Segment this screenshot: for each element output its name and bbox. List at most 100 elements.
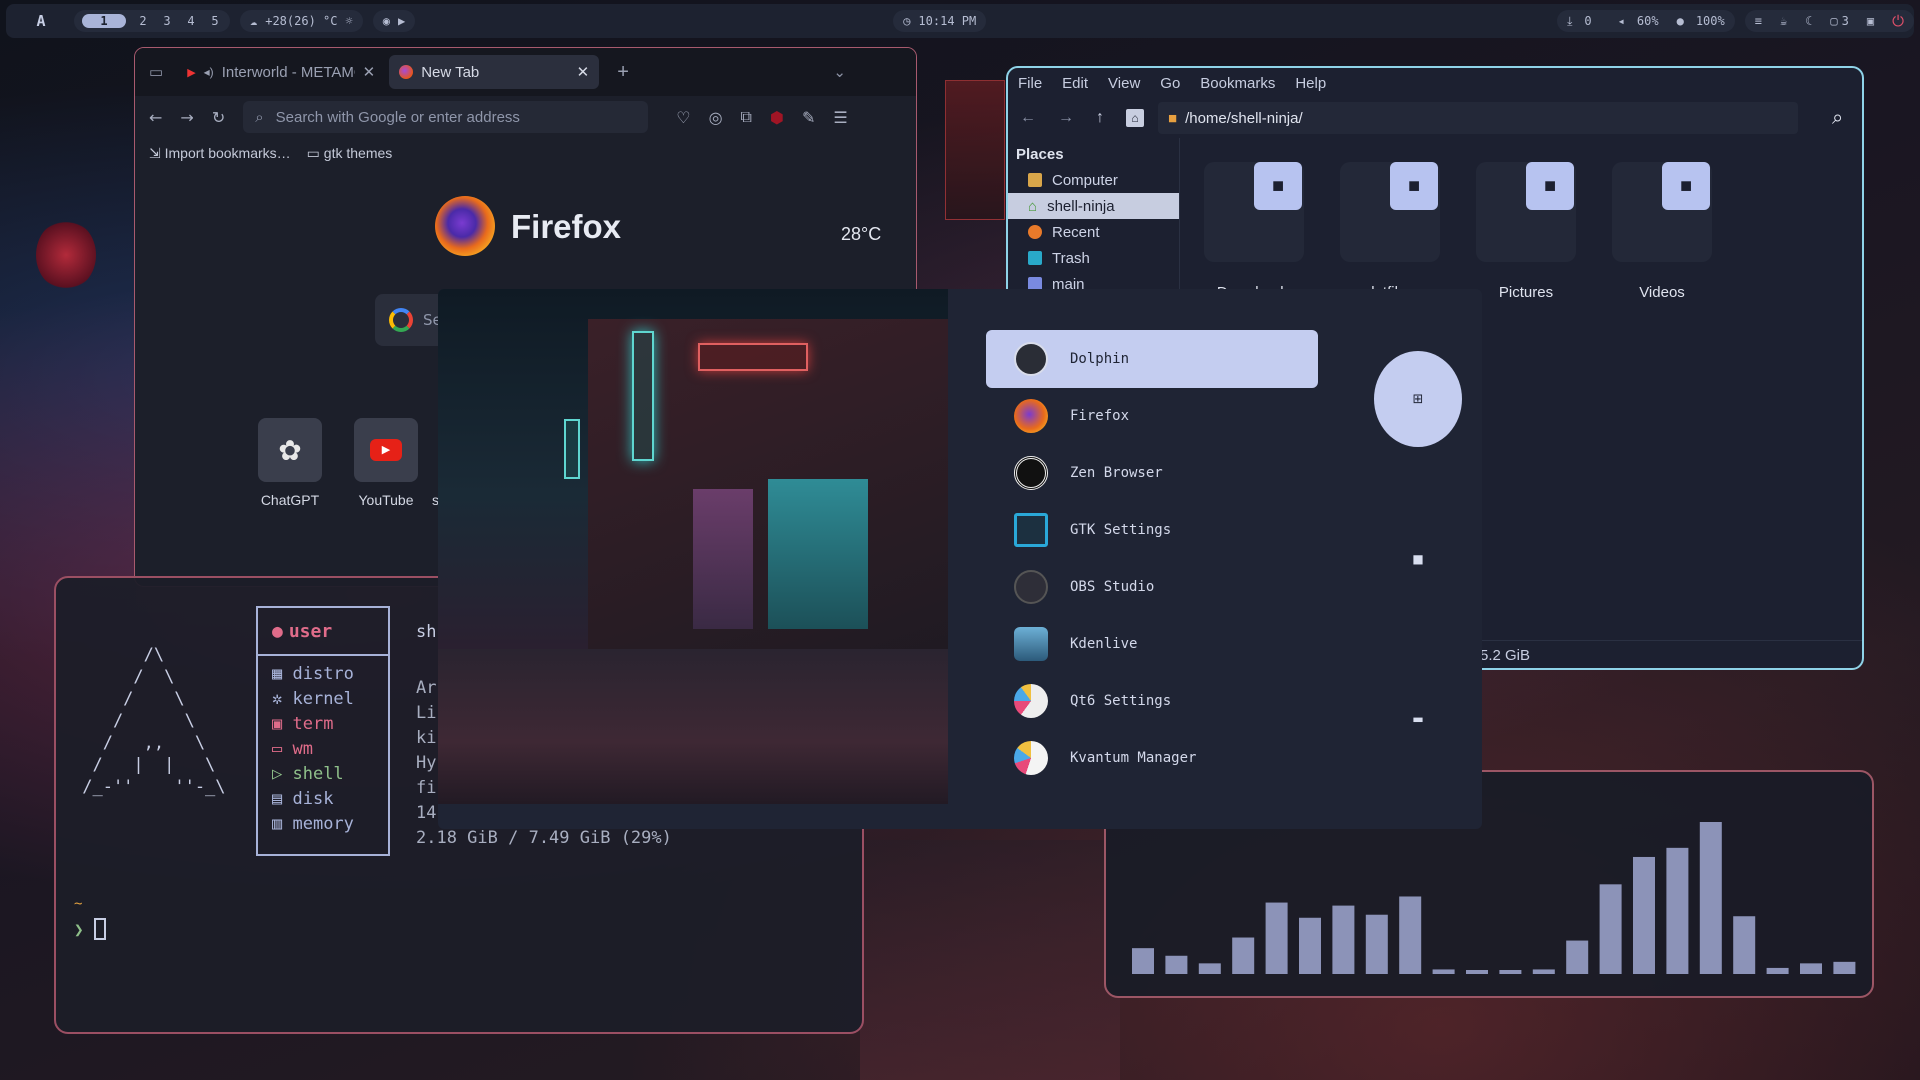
workspace-5[interactable]: 5 xyxy=(208,14,222,28)
shortcut-youtube[interactable]: ▶ YouTube xyxy=(351,418,421,508)
workspace-4[interactable]: 4 xyxy=(184,14,198,28)
menu-edit[interactable]: Edit xyxy=(1062,75,1088,92)
new-tab-plus-icon[interactable]: + xyxy=(617,61,629,84)
night-mode-icon[interactable]: ☾ xyxy=(1805,14,1812,28)
places-item-recent[interactable]: Recent xyxy=(1008,219,1179,245)
folder-tile: ■ xyxy=(1476,162,1576,262)
computer-icon xyxy=(1028,173,1042,187)
tab-list-chevron-icon[interactable]: ⌄ xyxy=(833,63,846,81)
recent-icon xyxy=(1028,225,1042,239)
fetch-value: 2.18 GiB / 7.49 GiB (29%) xyxy=(416,828,672,848)
account-icon[interactable]: ◎ xyxy=(709,108,723,127)
mic-icon[interactable]: ● xyxy=(1677,14,1684,28)
fetch-label: memory xyxy=(292,814,354,834)
window-icon: ▬ xyxy=(1412,712,1424,726)
app-obs-studio[interactable]: OBS Studio xyxy=(986,558,1318,616)
youtube-favicon-icon: ▶ xyxy=(187,66,196,79)
app-kdenlive[interactable]: Kdenlive xyxy=(986,615,1318,673)
power-icon[interactable]: ⏻ xyxy=(1892,12,1904,30)
ublock-icon[interactable]: ⬢ xyxy=(770,108,784,127)
workspace-3[interactable]: 3 xyxy=(160,14,174,28)
display-icon[interactable]: ▣ xyxy=(1867,14,1874,28)
layers-icon[interactable]: ≡ xyxy=(1755,14,1762,28)
app-firefox[interactable]: Firefox xyxy=(986,387,1318,445)
menu-icon[interactable]: ☰ xyxy=(833,108,847,127)
visualizer-bar xyxy=(1532,969,1555,974)
forward-arrow-icon[interactable]: → xyxy=(1058,109,1074,127)
menu-help[interactable]: Help xyxy=(1295,75,1326,92)
clock[interactable]: ◷ 10:14 PM xyxy=(893,10,987,32)
shell-icon: ▷ xyxy=(272,764,293,784)
menu-file[interactable]: File xyxy=(1018,75,1042,92)
audio-playing-icon[interactable]: ◂) xyxy=(204,65,214,79)
forward-arrow-icon[interactable]: → xyxy=(180,108,193,127)
tab-interworld[interactable]: ▶ ◂) Interworld - METAMO ✕ xyxy=(177,55,385,89)
folder-dotfiles[interactable]: ■ dotfiles xyxy=(1340,162,1440,302)
close-icon[interactable]: ✕ xyxy=(577,63,590,81)
volume-icon[interactable]: ◂ xyxy=(1618,14,1625,28)
bookmark-import[interactable]: ⇲ Import bookmarks… xyxy=(149,145,291,162)
app-gtk-settings[interactable]: GTK Settings xyxy=(986,501,1318,559)
back-arrow-icon[interactable]: ← xyxy=(1020,109,1036,127)
folder-videos[interactable]: ■ Videos xyxy=(1612,162,1712,302)
home-icon[interactable]: ⌂ xyxy=(1126,109,1144,127)
app-kvantum-manager[interactable]: Kvantum Manager xyxy=(986,729,1318,787)
path-bar[interactable]: ■ /home/shell-ninja/ xyxy=(1158,102,1798,134)
app-label: Kdenlive xyxy=(1070,636,1138,652)
media-source-icon[interactable]: ◉ xyxy=(383,14,390,28)
preview-red-sign xyxy=(698,343,808,371)
menu-go[interactable]: Go xyxy=(1160,75,1180,92)
fetch-labels: ▦ distro ✲ kernel ▣ term ▭ wm ▷ shell ▤ … xyxy=(258,656,388,837)
launcher-mode-files-button[interactable]: ■ xyxy=(1400,541,1436,577)
visualizer-bar xyxy=(1265,902,1288,974)
prompt-line[interactable]: ❯ xyxy=(74,918,106,940)
menu-bar: File Edit View Go Bookmarks Help xyxy=(1008,68,1862,98)
extensions-icon[interactable]: ⧉ xyxy=(741,107,752,127)
close-icon[interactable]: ✕ xyxy=(363,63,376,81)
tab-new-tab[interactable]: New Tab ✕ xyxy=(389,55,600,89)
shortcut-chatgpt[interactable]: ✿ ChatGPT xyxy=(255,418,325,508)
folder-tile: ■ xyxy=(1340,162,1440,262)
workspace-2[interactable]: 2 xyxy=(136,14,150,28)
launcher-mode-windows-button[interactable]: ▬ xyxy=(1400,701,1436,737)
volume-level[interactable]: 60% xyxy=(1637,14,1659,28)
folder-downloads[interactable]: ■ Downloads xyxy=(1204,162,1304,302)
search-icon[interactable]: ⌕ xyxy=(1832,107,1843,130)
reload-icon[interactable]: ↻ xyxy=(212,108,225,127)
bookmark-gtk-themes[interactable]: ▭ gtk themes xyxy=(307,145,393,162)
places-item-computer[interactable]: Computer xyxy=(1008,167,1179,193)
visualizer-bar xyxy=(1365,914,1388,974)
back-arrow-icon[interactable]: ← xyxy=(149,108,162,127)
places-item-shell-ninja[interactable]: ⌂ shell-ninja xyxy=(1008,193,1179,219)
visualizer-bar xyxy=(1432,969,1455,974)
folder-icon: ▭ xyxy=(306,144,324,161)
fetch-label-box: ● user ▦ distro ✲ kernel ▣ term ▭ wm ▷ sh… xyxy=(256,606,390,856)
updates-icon[interactable]: ⤓ xyxy=(1567,14,1572,29)
fetch-row-shell: ▷ shell xyxy=(272,762,388,787)
pocket-icon[interactable]: ♡ xyxy=(676,108,690,127)
folder-pictures[interactable]: ■ Pictures xyxy=(1476,162,1576,302)
workspace-1[interactable]: 1 xyxy=(82,14,126,28)
visualizer-bar xyxy=(1766,967,1789,974)
color-picker-icon[interactable]: ✎ xyxy=(802,108,815,127)
launcher-mode-apps-button[interactable]: ⊞ xyxy=(1374,351,1462,447)
app-zen-browser[interactable]: Zen Browser xyxy=(986,444,1318,502)
coffee-icon[interactable]: ☕ xyxy=(1780,14,1787,28)
app-dolphin[interactable]: Dolphin xyxy=(986,330,1318,388)
address-bar[interactable]: ⌕ Search with Google or enter address xyxy=(243,101,649,133)
app-qt6-settings[interactable]: Qt6 Settings xyxy=(986,672,1318,730)
menu-view[interactable]: View xyxy=(1108,75,1140,92)
places-item-trash[interactable]: Trash xyxy=(1008,245,1179,271)
user-icon: ● xyxy=(272,620,283,642)
play-icon[interactable]: ▶ xyxy=(398,14,405,28)
grid-icon: ⊞ xyxy=(1412,391,1424,407)
mic-level[interactable]: 100% xyxy=(1696,14,1725,28)
weather-widget[interactable]: ☁ +28(26) °C ☼ xyxy=(240,10,363,32)
arch-logo-icon[interactable]: A xyxy=(30,10,52,32)
fetch-label: kernel xyxy=(292,689,354,709)
windows-icon[interactable]: ▢ xyxy=(1830,14,1837,28)
menu-bookmarks[interactable]: Bookmarks xyxy=(1200,75,1275,92)
tab-overview-icon[interactable]: ▭ xyxy=(149,63,163,81)
up-arrow-icon[interactable]: ↑ xyxy=(1096,109,1104,127)
tab-title: New Tab xyxy=(421,63,480,81)
